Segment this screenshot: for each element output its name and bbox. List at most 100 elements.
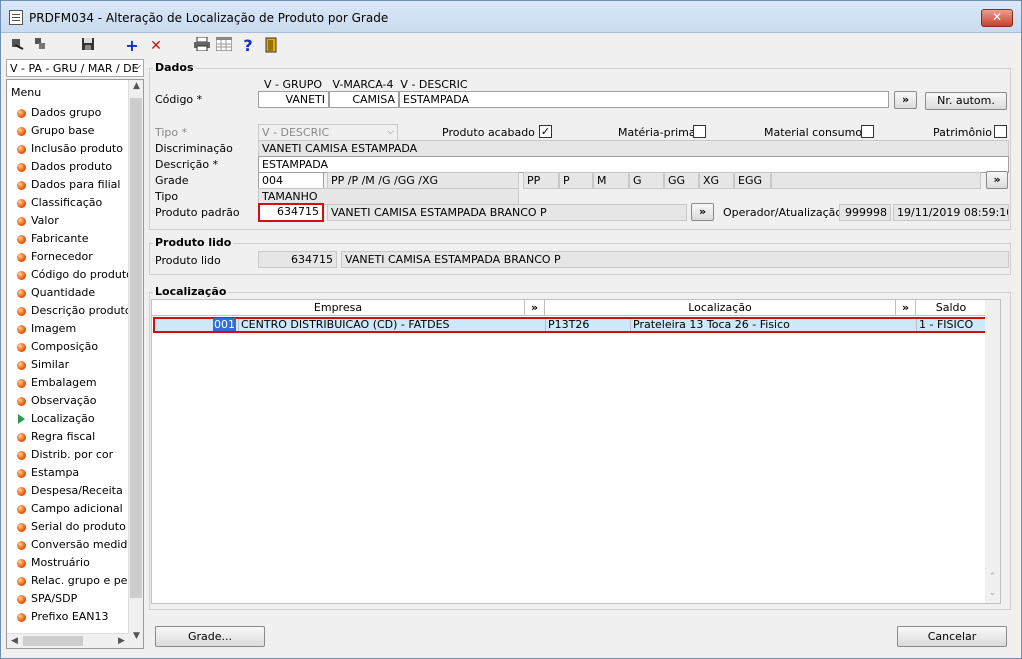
sidebar-item-label: Conversão medida bbox=[31, 538, 135, 551]
localizacao-grid: Empresa » Localização » Saldo 001 CENTRO… bbox=[151, 299, 1001, 604]
bullet-icon bbox=[17, 325, 26, 334]
structure-selector[interactable]: V - PA - GRU / MAR / DE ⌵ bbox=[6, 59, 144, 77]
sidebar-item[interactable]: Prefixo EAN13 bbox=[7, 608, 129, 626]
grade-size-egg: EGG bbox=[734, 172, 771, 189]
scroll-down-icon[interactable]: ⌄ bbox=[985, 588, 1000, 603]
materia-prima-checkbox[interactable] bbox=[693, 125, 706, 138]
sidebar-item[interactable]: Campo adicional bbox=[7, 500, 129, 518]
produto-padrao-code-field[interactable]: 634715 bbox=[258, 203, 324, 222]
sidebar-item[interactable]: Estampa bbox=[7, 464, 129, 482]
chevron-down-icon: ⌵ bbox=[387, 127, 394, 137]
codigo-descric-field[interactable]: ESTAMPADA bbox=[399, 91, 889, 108]
sidebar-item[interactable]: Imagem bbox=[7, 320, 129, 338]
produto-lido-code-field: 634715 bbox=[258, 251, 337, 268]
grade-code-field[interactable]: 004 bbox=[258, 172, 324, 189]
sidebar-item[interactable]: Grupo base bbox=[7, 122, 129, 140]
menu-header: Menu bbox=[11, 86, 42, 99]
sidebar-item[interactable]: Relac. grupo e pess bbox=[7, 572, 139, 590]
sidebar-item[interactable]: Distrib. por cor bbox=[7, 446, 129, 464]
sidebar-item-label: Grupo base bbox=[31, 124, 95, 137]
empresa-more-button[interactable]: » bbox=[525, 300, 545, 316]
sidebar-item[interactable]: Fabricante bbox=[7, 230, 129, 248]
sidebar-item-label: Campo adicional bbox=[31, 502, 123, 515]
menu-horizontal-scrollbar[interactable]: ◀ ▶ bbox=[7, 633, 129, 648]
tipo-select[interactable]: V - DESCRIC ⌵ bbox=[258, 124, 398, 141]
sidebar-item[interactable]: Localização bbox=[7, 410, 129, 428]
sidebar-item[interactable]: Classificação bbox=[7, 194, 129, 212]
scroll-down-icon[interactable]: ▼ bbox=[129, 631, 143, 647]
cell-localizacao-desc[interactable]: Prateleira 13 Toca 26 - Fisico bbox=[631, 319, 917, 331]
codigo-search-button[interactable]: » bbox=[894, 91, 917, 109]
sidebar-item[interactable]: Composição bbox=[7, 338, 129, 356]
grade-more-button[interactable]: » bbox=[986, 171, 1008, 189]
bullet-icon bbox=[17, 397, 26, 406]
produto-acabado-checkbox[interactable]: ✓ bbox=[539, 125, 552, 138]
sidebar-item-label: Dados grupo bbox=[31, 106, 102, 119]
descricao-field[interactable]: ESTAMPADA bbox=[258, 156, 1009, 173]
print-icon[interactable] bbox=[193, 36, 211, 55]
sidebar-item-label: Dados para filial bbox=[31, 178, 121, 191]
codigo-grupo-field[interactable]: VANETI bbox=[258, 91, 329, 108]
descricao-label: Descrição * bbox=[155, 158, 219, 171]
sidebar-item[interactable]: Regra fiscal bbox=[7, 428, 129, 446]
sidebar-item[interactable]: Quantidade bbox=[7, 284, 129, 302]
scroll-left-icon[interactable]: ◀ bbox=[7, 634, 22, 648]
calendar-icon[interactable] bbox=[215, 36, 233, 55]
sidebar-item[interactable]: Embalagem bbox=[7, 374, 129, 392]
header-empresa[interactable]: Empresa bbox=[152, 300, 525, 316]
cell-empresa-name[interactable]: CENTRO DISTRIBUICAO (CD) - FATDES bbox=[239, 319, 546, 331]
sidebar-item[interactable]: Dados grupo bbox=[7, 104, 129, 122]
sidebar-item[interactable]: Mostruário bbox=[7, 554, 129, 572]
close-button[interactable]: ✕ bbox=[981, 9, 1013, 27]
navigate-first-icon[interactable] bbox=[9, 37, 27, 55]
sidebar-item[interactable]: Dados produto bbox=[7, 158, 129, 176]
cell-localizacao-code[interactable]: P13T26 bbox=[546, 319, 631, 331]
hscroll-thumb[interactable] bbox=[23, 636, 83, 646]
window-title: PRDFM034 - Alteração de Localização de P… bbox=[29, 11, 389, 25]
title-bar: PRDFM034 - Alteração de Localização de P… bbox=[1, 1, 1021, 33]
cell-saldo[interactable]: 1 - FISICO bbox=[917, 319, 985, 331]
sidebar-item[interactable]: Inclusão produto bbox=[7, 140, 129, 158]
sidebar-item[interactable]: Observação bbox=[7, 392, 129, 410]
scroll-up-icon[interactable]: ▲ bbox=[129, 81, 143, 97]
grade-button[interactable]: Grade... bbox=[155, 626, 265, 647]
nr-autom-button[interactable]: Nr. autom. bbox=[925, 92, 1007, 110]
sidebar-item-label: Descrição produto bbox=[31, 304, 132, 317]
material-consumo-checkbox[interactable] bbox=[861, 125, 874, 138]
scroll-right-icon[interactable]: ▶ bbox=[114, 634, 129, 648]
exit-icon[interactable] bbox=[263, 37, 281, 55]
sidebar-item[interactable]: Similar bbox=[7, 356, 129, 374]
sidebar-item[interactable]: Despesa/Receita bbox=[7, 482, 129, 500]
add-icon[interactable]: + bbox=[123, 37, 141, 55]
grid-vertical-scrollbar[interactable]: ⌃ ⌄ bbox=[985, 300, 1000, 603]
sidebar-item-label: Embalagem bbox=[31, 376, 97, 389]
sidebar-item[interactable]: Dados para filial bbox=[7, 176, 129, 194]
help-icon[interactable]: ? bbox=[239, 37, 257, 55]
sidebar-item-label: Dados produto bbox=[31, 160, 113, 173]
scroll-up-icon[interactable]: ⌃ bbox=[985, 572, 1000, 587]
localizacao-more-button[interactable]: » bbox=[896, 300, 916, 316]
codigo-marca-field[interactable]: CAMISA bbox=[329, 91, 399, 108]
sidebar-item[interactable]: Serial do produto bbox=[7, 518, 129, 536]
grade-size-xg: XG bbox=[699, 172, 734, 189]
delete-icon[interactable]: ✕ bbox=[147, 37, 165, 55]
save-icon[interactable] bbox=[79, 37, 97, 55]
sidebar-item[interactable]: Valor bbox=[7, 212, 129, 230]
sidebar-item-label: Serial do produto bbox=[31, 520, 126, 533]
sidebar-item[interactable]: Conversão medida bbox=[7, 536, 134, 554]
table-row[interactable]: 001 CENTRO DISTRIBUICAO (CD) - FATDES P1… bbox=[153, 317, 987, 333]
produto-padrao-search-button[interactable]: » bbox=[691, 203, 714, 221]
scroll-thumb[interactable] bbox=[130, 98, 142, 598]
navigate-icon[interactable] bbox=[31, 37, 49, 55]
bullet-icon bbox=[17, 577, 26, 586]
sidebar-item[interactable]: Descrição produto bbox=[7, 302, 132, 320]
header-saldo[interactable]: Saldo bbox=[916, 300, 987, 316]
cell-empresa-num[interactable]: 001 bbox=[155, 318, 239, 331]
sidebar-item[interactable]: Código do produto bbox=[7, 266, 133, 284]
header-localizacao[interactable]: Localização bbox=[545, 300, 896, 316]
menu-vertical-scrollbar[interactable]: ▲ ▼ bbox=[128, 80, 143, 648]
sidebar-item[interactable]: SPA/SDP bbox=[7, 590, 129, 608]
cancelar-button[interactable]: Cancelar bbox=[897, 626, 1007, 647]
sidebar-item[interactable]: Fornecedor bbox=[7, 248, 129, 266]
patrimonio-checkbox[interactable] bbox=[994, 125, 1007, 138]
